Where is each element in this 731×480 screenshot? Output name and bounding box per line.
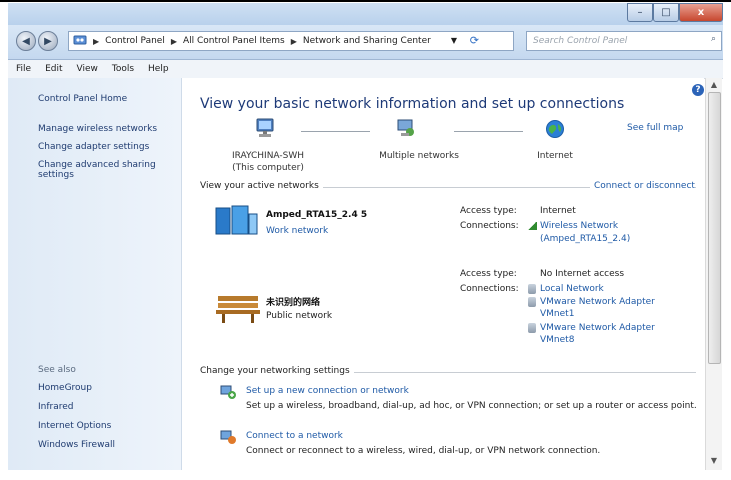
vertical-scrollbar[interactable]: ▲ ▼	[705, 78, 722, 470]
connect-network-icon	[219, 429, 237, 448]
work-network-icon	[214, 204, 258, 241]
menu-file[interactable]: File	[16, 64, 31, 74]
vmnet8-name[interactable]: VMnet8	[540, 335, 574, 345]
network-type-link[interactable]: Work network	[266, 226, 328, 236]
breadcrumb-separator-icon: ▶	[290, 36, 297, 46]
breadcrumb-item-network-center[interactable]: Network and Sharing Center	[303, 36, 431, 46]
setup-connection-link[interactable]: Set up a new connection or network	[246, 386, 409, 396]
back-button[interactable]: ◀	[16, 31, 36, 51]
map-connector-line	[454, 131, 523, 132]
adapter-icon	[528, 284, 539, 295]
internet-globe-icon	[545, 119, 565, 142]
breadcrumb-separator-icon: ▶	[170, 36, 177, 46]
menu-bar: File Edit View Tools Help	[8, 60, 723, 79]
see-also-homegroup[interactable]: HomeGroup	[38, 383, 92, 393]
computer-icon	[254, 117, 278, 142]
breadcrumb-item-all-items[interactable]: All Control Panel Items	[183, 36, 285, 46]
connect-network-link[interactable]: Connect to a network	[246, 431, 343, 441]
computer-subtitle: (This computer)	[232, 163, 304, 173]
breadcrumb-item-control-panel[interactable]: Control Panel	[105, 36, 165, 46]
menu-tools[interactable]: Tools	[112, 64, 134, 74]
help-icon[interactable]: ?	[692, 84, 704, 96]
adapter-icon	[528, 297, 539, 308]
see-also-internet-options[interactable]: Internet Options	[38, 421, 111, 431]
control-panel-icon	[73, 34, 87, 49]
close-button[interactable]: x	[679, 3, 723, 22]
wireless-connection-link[interactable]: Wireless Network	[540, 221, 618, 231]
see-also-heading: See also	[38, 365, 76, 375]
see-full-map-link[interactable]: See full map	[627, 123, 683, 133]
network-name: 未识别的网络	[266, 298, 321, 308]
menu-edit[interactable]: Edit	[45, 64, 62, 74]
see-also-infrared[interactable]: Infrared	[38, 402, 74, 412]
search-input[interactable]: Search Control Panel ⌕	[526, 31, 722, 51]
access-type-value: No Internet access	[540, 269, 625, 279]
breadcrumb[interactable]: ▶ Control Panel ▶ All Control Panel Item…	[68, 31, 514, 51]
network-name: Amped_RTA15_2.4 5	[266, 210, 368, 220]
refresh-icon[interactable]: ⟳	[470, 34, 479, 47]
internet-label: Internet	[537, 151, 573, 161]
setup-connection-description: Set up a wireless, broadband, dial-up, a…	[246, 401, 697, 411]
sidebar-item-control-panel-home[interactable]: Control Panel Home	[38, 94, 127, 104]
breadcrumb-separator-icon: ▶	[93, 36, 100, 46]
search-placeholder: Search Control Panel	[533, 36, 628, 46]
search-icon[interactable]: ⌕	[711, 34, 716, 44]
multiple-networks-icon	[394, 117, 418, 142]
address-bar: ◀ ▶ ▶ Control Panel ▶ All Control Panel …	[8, 25, 723, 60]
setting-row: Set up a wireless, broadband, dial-up, a…	[246, 401, 697, 411]
scroll-up-icon[interactable]: ▲	[706, 80, 722, 92]
active-networks-heading: View your active networks	[200, 181, 323, 191]
network-type: Public network	[266, 311, 333, 321]
connections-label: Connections:	[460, 284, 519, 294]
change-settings-heading: Change your networking settings	[200, 366, 354, 376]
vmnet1-adapter-link[interactable]: VMware Network Adapter	[540, 297, 655, 307]
setting-row: Set up a new connection or network	[246, 386, 409, 396]
title-bar: – □ x	[8, 3, 723, 25]
top-border	[0, 0, 731, 2]
setting-row: Connect or reconnect to a wireless, wire…	[246, 446, 600, 456]
menu-help[interactable]: Help	[148, 64, 169, 74]
map-connector-line	[301, 131, 370, 132]
sidebar-item-manage-wireless[interactable]: Manage wireless networks	[38, 124, 157, 134]
connections-label: Connections:	[460, 221, 519, 231]
setup-connection-icon	[219, 384, 237, 403]
scroll-thumb[interactable]	[708, 92, 721, 364]
sidebar: Control Panel Home Manage wireless netwo…	[8, 78, 182, 470]
adapter-icon	[528, 323, 539, 334]
access-type-label: Access type:	[460, 206, 517, 216]
wireless-connection-ssid[interactable]: (Amped_RTA15_2.4)	[540, 234, 630, 244]
scroll-down-icon[interactable]: ▼	[706, 456, 722, 468]
vmnet1-name[interactable]: VMnet1	[540, 309, 574, 319]
connect-network-description: Connect or reconnect to a wireless, wire…	[246, 446, 601, 456]
wireless-signal-icon	[527, 221, 540, 231]
menu-view[interactable]: View	[77, 64, 98, 74]
access-type-value: Internet	[540, 206, 576, 216]
public-network-bench-icon	[216, 290, 260, 327]
local-network-link[interactable]: Local Network	[540, 284, 604, 294]
computer-name: IRAYCHINA-SWH	[231, 151, 305, 161]
forward-button[interactable]: ▶	[38, 31, 58, 51]
maximize-button[interactable]: □	[653, 3, 679, 22]
page-title: View your basic network information and …	[200, 96, 625, 112]
vmnet8-adapter-link[interactable]: VMware Network Adapter	[540, 323, 655, 333]
access-type-label: Access type:	[460, 269, 517, 279]
minimize-button[interactable]: –	[627, 3, 653, 22]
setting-row: Connect to a network	[246, 431, 343, 441]
connect-disconnect-link[interactable]: Connect or disconnect	[590, 181, 695, 191]
multiple-networks-label: Multiple networks	[379, 151, 459, 161]
dropdown-chevron-icon[interactable]: ▼	[451, 36, 457, 45]
sidebar-item-advanced-sharing[interactable]: Change advanced sharing settings	[38, 160, 168, 180]
window-controls: – □ x	[627, 3, 723, 22]
see-also-windows-firewall[interactable]: Windows Firewall	[38, 440, 115, 450]
window: – □ x ◀ ▶ ▶ Control Panel ▶ All Control …	[0, 0, 731, 480]
sidebar-item-change-adapter[interactable]: Change adapter settings	[38, 142, 149, 152]
